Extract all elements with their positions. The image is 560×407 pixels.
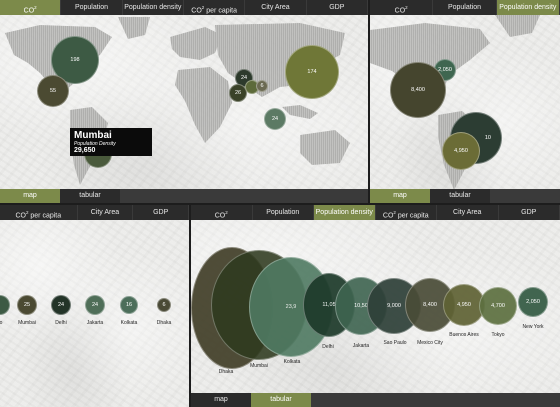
tab-population-density[interactable]: Population density (314, 205, 376, 220)
bubble-co2[interactable]: 6 (256, 80, 268, 92)
tabular-view-button[interactable]: tabular (251, 393, 311, 407)
top-left-tabbar: CO2 Population Population density CO2 pe… (0, 0, 368, 15)
table-bubble[interactable]: 16 (120, 296, 138, 314)
bottom-right-tabbar: CO2 Population Population density CO2 pe… (191, 205, 560, 220)
footer-spacer (490, 189, 560, 203)
table-bubble-label: Kolkata (120, 320, 138, 326)
bubble-co2[interactable]: 24 (264, 108, 286, 130)
top-right-tabbar: CO2 Population Population density (370, 0, 560, 15)
bubble-population-density[interactable]: 8,400 (390, 62, 446, 118)
bottom-left-panel: CO2 per capita City Area GDP o 25 Mumbai… (0, 205, 189, 407)
tooltip: Mumbai Population Density 29,650 (70, 128, 152, 156)
tooltip-city: Mumbai (74, 130, 112, 141)
table-bubble-label: Sao Paulo (383, 340, 407, 346)
table-bubble-label: Tokyo (491, 332, 505, 338)
tab-city-area[interactable]: City Area (245, 0, 307, 15)
table-bubble-label: Dhaka (218, 369, 234, 375)
map-view-button[interactable]: map (0, 189, 60, 203)
tab-population-density[interactable]: Population density (496, 0, 560, 15)
table-bubble[interactable]: 4,700 (479, 287, 517, 325)
table-bubble-label: Delhi (322, 344, 334, 350)
tab-gdp[interactable]: GDP (133, 205, 189, 220)
tab-population[interactable]: Population (61, 0, 123, 15)
footer-spacer (120, 189, 368, 203)
tab-co2-per-capita[interactable]: CO2 per capita (0, 205, 78, 220)
tab-population-density[interactable]: Population density (123, 0, 184, 15)
table-bubble-label: Jakarta (352, 343, 370, 349)
tab-city-area[interactable]: City Area (78, 205, 134, 220)
table-bubble[interactable]: 6 (157, 298, 171, 312)
table-bubble-label: o (0, 320, 3, 326)
table-bubble-label: Buenos Aires (449, 332, 479, 338)
bubble-co2[interactable]: 174 (285, 45, 339, 99)
table-bubble-label: Jakarta (86, 320, 104, 326)
tab-population[interactable]: Population (433, 0, 497, 15)
footer-spacer (311, 393, 560, 407)
tab-co2[interactable]: CO2 (370, 0, 434, 15)
map-view-button[interactable]: map (370, 189, 430, 203)
top-left-panel: CO2 Population Population density CO2 pe… (0, 0, 368, 203)
bottom-right-panel: CO2 Population Population density CO2 pe… (191, 205, 560, 407)
table-bubble-label: Kolkata (283, 359, 301, 365)
table-bubble-label: New York (522, 324, 544, 330)
bubble-co2[interactable]: 55 (37, 75, 69, 107)
table-bubble-label: Mumbai (18, 320, 36, 326)
tab-city-area[interactable]: City Area (437, 205, 499, 220)
tab-gdp[interactable]: GDP (499, 205, 560, 220)
table-bubble[interactable]: 24 (85, 295, 105, 315)
tab-population[interactable]: Population (253, 205, 314, 220)
table-bubble-label: Mexico City (417, 340, 443, 346)
table-bubble-label: Mumbai (250, 363, 268, 369)
bottom-right-footer: map tabular (191, 393, 560, 407)
map-view-button[interactable]: map (191, 393, 251, 407)
tabular-view-button[interactable]: tabular (60, 189, 120, 203)
tab-co2-per-capita[interactable]: CO2 per capita (376, 205, 437, 220)
tab-co2-per-capita[interactable]: CO2 per capita (184, 0, 246, 15)
top-right-footer: map tabular (370, 189, 560, 203)
table-bubble-label: Delhi (55, 320, 67, 326)
bubble-population-density[interactable]: 4,950 (442, 132, 480, 170)
top-right-panel: CO2 Population Population density 2,050 … (370, 0, 560, 203)
table-bubble[interactable]: 2,050 (518, 287, 548, 317)
tabular-view-button[interactable]: tabular (430, 189, 490, 203)
top-left-footer: map tabular (0, 189, 368, 203)
tooltip-value: 29,650 (74, 147, 96, 154)
table-bubble[interactable]: 25 (17, 295, 37, 315)
tab-co2[interactable]: CO2 (191, 205, 253, 220)
table-bubble[interactable]: 24 (51, 295, 71, 315)
table-bubble-label: Dhaka (156, 320, 172, 326)
tab-gdp[interactable]: GDP (307, 0, 368, 15)
bottom-left-tabbar: CO2 per capita City Area GDP (0, 205, 189, 220)
tab-co2[interactable]: CO2 (0, 0, 62, 15)
